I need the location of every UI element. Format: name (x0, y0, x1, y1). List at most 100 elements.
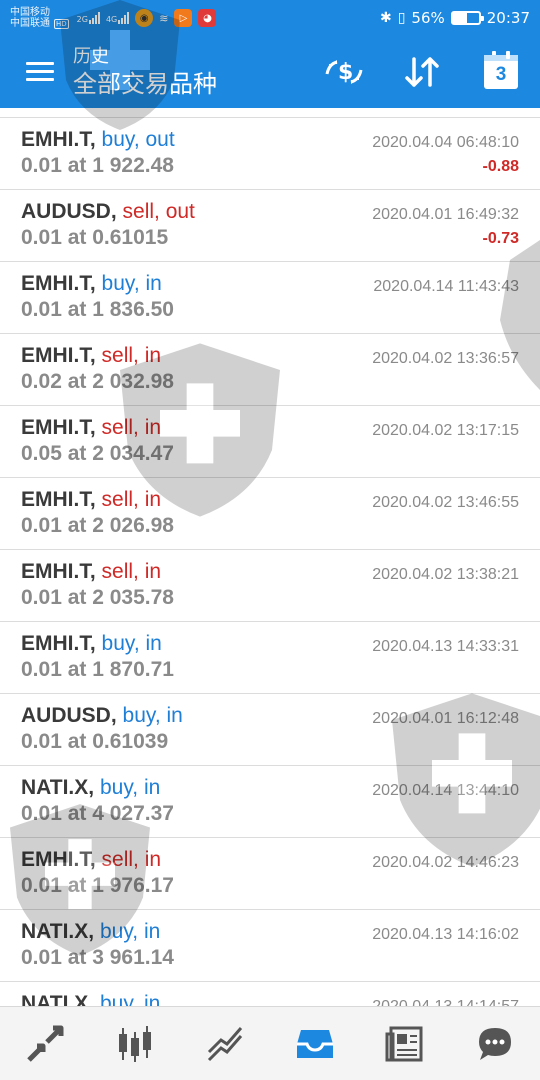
deal-symbol: EMHI.T, (21, 848, 96, 871)
deal-row[interactable]: NATI.X, buy, in 0.01 at 4 027.37 2020.04.1… (0, 766, 540, 838)
deal-side: buy, out (101, 128, 175, 151)
quotes-icon (27, 1025, 64, 1062)
calendar-badge: 3 (484, 51, 518, 89)
deal-side: sell, in (101, 848, 162, 871)
currency-sort-icon-svg: $ (325, 60, 363, 85)
menu-icon[interactable] (26, 62, 54, 82)
calendar-icon[interactable]: 3 (479, 51, 523, 92)
sort-icon[interactable] (400, 52, 444, 92)
deal-side: sell, out (122, 200, 195, 223)
deal-symbol-line: EMHI.T, buy, out (21, 128, 175, 152)
page-title-label: 历史 (73, 46, 109, 66)
history-icon (297, 1029, 333, 1058)
deal-time: 2020.04.01 16:49:32 (372, 206, 519, 223)
deal-symbol: EMHI.T, (21, 560, 96, 583)
deal-symbol-line: NATI.X, buy, in (21, 776, 160, 800)
page-title: 历史 全部交易品种 (73, 44, 217, 100)
deal-symbol-line: EMHI.T, buy, in (21, 632, 162, 656)
video-app-icon: ▷ (174, 9, 193, 27)
deal-row[interactable]: EMHI.T, buy, in 0.01 at 1 870.71 2020.04.1… (0, 622, 540, 694)
hd-badge: HD (54, 18, 69, 29)
deal-time: 2020.04.04 06:48:10 (372, 134, 519, 151)
deal-row[interactable]: EMHI.T, sell, in 0.02 at 2 032.98 2020.04.… (0, 334, 540, 406)
deal-time: 2020.04.02 13:17:15 (372, 422, 519, 439)
vibrate-icon: ▯ (397, 10, 406, 26)
symbol-filter-title[interactable]: 全部交易品种 (73, 70, 217, 100)
signal-indicators: 2G 4G ◉ ≋ ▷ ◕ (77, 9, 217, 27)
weibo-icon: ◕ (198, 9, 217, 27)
deal-row[interactable]: EMHI.T, sell, in 0.01 at 2 035.78 2020.04.… (0, 550, 540, 622)
deal-symbol: EMHI.T, (21, 344, 96, 367)
deal-symbol-line: AUDUSD, sell, out (21, 200, 195, 224)
deal-volume-price: 0.01 at 1 836.50 (21, 298, 174, 321)
deal-time: 2020.04.01 16:12:48 (372, 710, 519, 727)
nav-history[interactable] (285, 1014, 345, 1074)
deal-time: 2020.04.13 14:33:31 (372, 638, 519, 655)
deal-time: 2020.04.02 13:46:55 (372, 494, 519, 511)
deal-profit: -0.88 (482, 158, 519, 175)
carrier-info: 中国移动 中国联通 HD (10, 7, 69, 29)
nav-chat[interactable] (465, 1014, 525, 1074)
deal-row[interactable]: EMHI.T, sell, in 0.01 at 2 026.98 2020.04.… (0, 478, 540, 550)
deal-volume-price: 0.01 at 4 027.37 (21, 802, 174, 825)
deal-time: 2020.04.14 11:43:43 (373, 278, 519, 295)
deal-symbol: NATI.X, (21, 920, 95, 943)
deal-volume-price: 0.01 at 0.61015 (21, 226, 169, 249)
bottom-nav (0, 1006, 540, 1080)
deal-row[interactable]: EMHI.T, buy, out 0.01 at 1 922.48 2020.04.… (0, 118, 540, 190)
trade-icon (207, 1026, 243, 1061)
deal-row[interactable]: EMHI.T, sell, in 0.01 at 1 976.17 2020.04.… (0, 838, 540, 910)
deal-side: buy, in (99, 920, 161, 943)
news-icon (385, 1026, 423, 1061)
deal-symbol: EMHI.T, (21, 128, 96, 151)
deal-side: sell, in (101, 560, 162, 583)
deal-row[interactable]: AUDUSD, sell, out 0.01 at 0.61015 2020.04.… (0, 190, 540, 262)
deal-symbol-line: EMHI.T, sell, in (21, 488, 161, 512)
network-type-2: 4G (105, 15, 118, 24)
deal-row[interactable]: NATI.X, buy, in 2020.04.13 14:14:57 (0, 982, 540, 1008)
status-bar: 中国移动 中国联通 HD 2G 4G ◉ ≋ ▷ ◕ ✱ ▯ 56% 20:37 (0, 0, 540, 36)
deal-time: 2020.04.13 14:16:02 (372, 926, 519, 943)
deal-side: sell, in (101, 488, 162, 511)
deal-symbol-line: NATI.X, buy, in (21, 920, 160, 944)
chart-icon (119, 1025, 151, 1062)
deal-symbol-line: EMHI.T, buy, in (21, 272, 162, 296)
deal-row[interactable]: EMHI.T, sell, in 0.05 at 2 034.47 2020.04.… (0, 406, 540, 478)
deal-volume-price: 0.02 at 2 032.98 (21, 370, 174, 393)
deal-symbol-line: AUDUSD, buy, in (21, 704, 183, 728)
deal-symbol: EMHI.T, (21, 416, 96, 439)
nav-trade[interactable] (195, 1014, 255, 1074)
deal-volume-price: 0.05 at 2 034.47 (21, 442, 174, 465)
sort-icon-svg (405, 57, 439, 87)
deal-row[interactable]: NATI.X, buy, in 0.01 at 3 961.14 2020.04.1… (0, 910, 540, 982)
bluetooth-icon: ✱ (379, 10, 392, 26)
deal-side: buy, in (122, 704, 183, 727)
deal-symbol-line: EMHI.T, sell, in (21, 416, 161, 440)
deal-row[interactable]: AUDUSD, buy, in 0.01 at 0.61039 2020.04.01… (0, 694, 540, 766)
calendar-day: 3 (495, 63, 507, 85)
nav-quotes[interactable] (15, 1014, 75, 1074)
deal-symbol: NATI.X, (21, 776, 95, 799)
currency-sort-icon[interactable]: $ (322, 52, 366, 92)
deal-side: buy, in (101, 272, 162, 295)
battery-percent: 56% (411, 9, 445, 27)
deal-volume-price: 0.01 at 2 035.78 (21, 586, 174, 609)
history-list[interactable]: EMHI.T, buy, out 0.01 at 1 922.48 2020.04.… (0, 108, 540, 1008)
nav-news[interactable] (375, 1014, 435, 1074)
deal-symbol: EMHI.T, (21, 272, 96, 295)
signal-bars-icon (118, 12, 130, 24)
deal-row[interactable]: EMHI.T, buy, in 0.01 at 1 836.50 2020.04.1… (0, 262, 540, 334)
deal-side: sell, in (101, 344, 162, 367)
deal-volume-price: 0.01 at 0.61039 (21, 730, 169, 753)
carrier-1: 中国移动 (10, 7, 50, 18)
app-bar: 历史 全部交易品种 $ 3 (0, 36, 540, 108)
clock: 20:37 (486, 9, 530, 27)
deal-symbol: AUDUSD, (21, 200, 117, 223)
network-type-1: 2G (76, 15, 88, 24)
deal-volume-price: 0.01 at 3 961.14 (21, 946, 174, 969)
deal-volume-price: 0.01 at 1 922.48 (21, 154, 174, 177)
nav-chart[interactable] (105, 1014, 165, 1074)
notification-app-icon: ◉ (135, 9, 154, 27)
deal-side: sell, in (101, 416, 162, 439)
status-right: ✱ ▯ 56% 20:37 (380, 9, 530, 27)
